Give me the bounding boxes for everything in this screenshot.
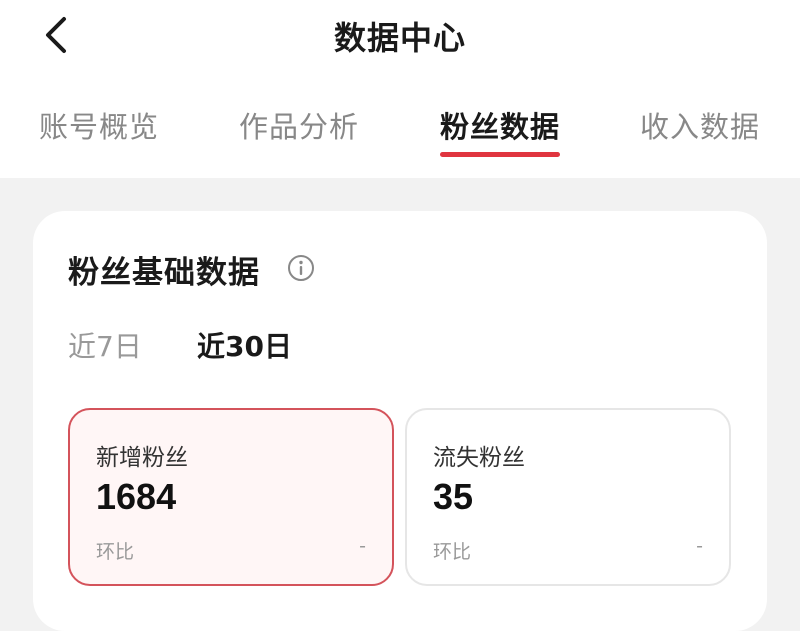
metric-compare-label: 环比: [433, 541, 472, 563]
metric-label: 新增粉丝: [96, 445, 188, 471]
metric-compare-value: -: [359, 535, 366, 557]
range-30-days[interactable]: 近30日: [197, 325, 292, 365]
tab-works-analysis[interactable]: 作品分析: [239, 104, 359, 164]
info-circle-icon[interactable]: [287, 254, 315, 282]
metric-compare-value: -: [696, 535, 703, 557]
active-tab-indicator: [440, 152, 560, 157]
tab-income-data[interactable]: 收入数据: [640, 104, 760, 164]
metric-lost-fans[interactable]: 流失粉丝 35 环比 -: [405, 408, 731, 586]
top-bar: 数据中心 账号概览 作品分析 粉丝数据 收入数据: [0, 0, 800, 178]
metric-value: 1684: [96, 476, 177, 517]
metric-label: 流失粉丝: [433, 445, 525, 471]
range-7-days[interactable]: 近7日: [68, 325, 142, 365]
card-title: 粉丝基础数据: [68, 255, 260, 291]
metric-new-fans[interactable]: 新增粉丝 1684 环比 -: [68, 408, 394, 586]
metric-value: 35: [433, 476, 474, 517]
tab-bar: 账号概览 作品分析 粉丝数据 收入数据: [0, 104, 800, 164]
metric-compare-label: 环比: [96, 541, 135, 563]
tab-account-overview[interactable]: 账号概览: [39, 104, 159, 164]
fans-basic-data-card: 粉丝基础数据 近7日 近30日 新增粉丝 1684 环比 - 流失粉丝 35 环…: [33, 211, 767, 631]
page-title: 数据中心: [333, 19, 466, 57]
